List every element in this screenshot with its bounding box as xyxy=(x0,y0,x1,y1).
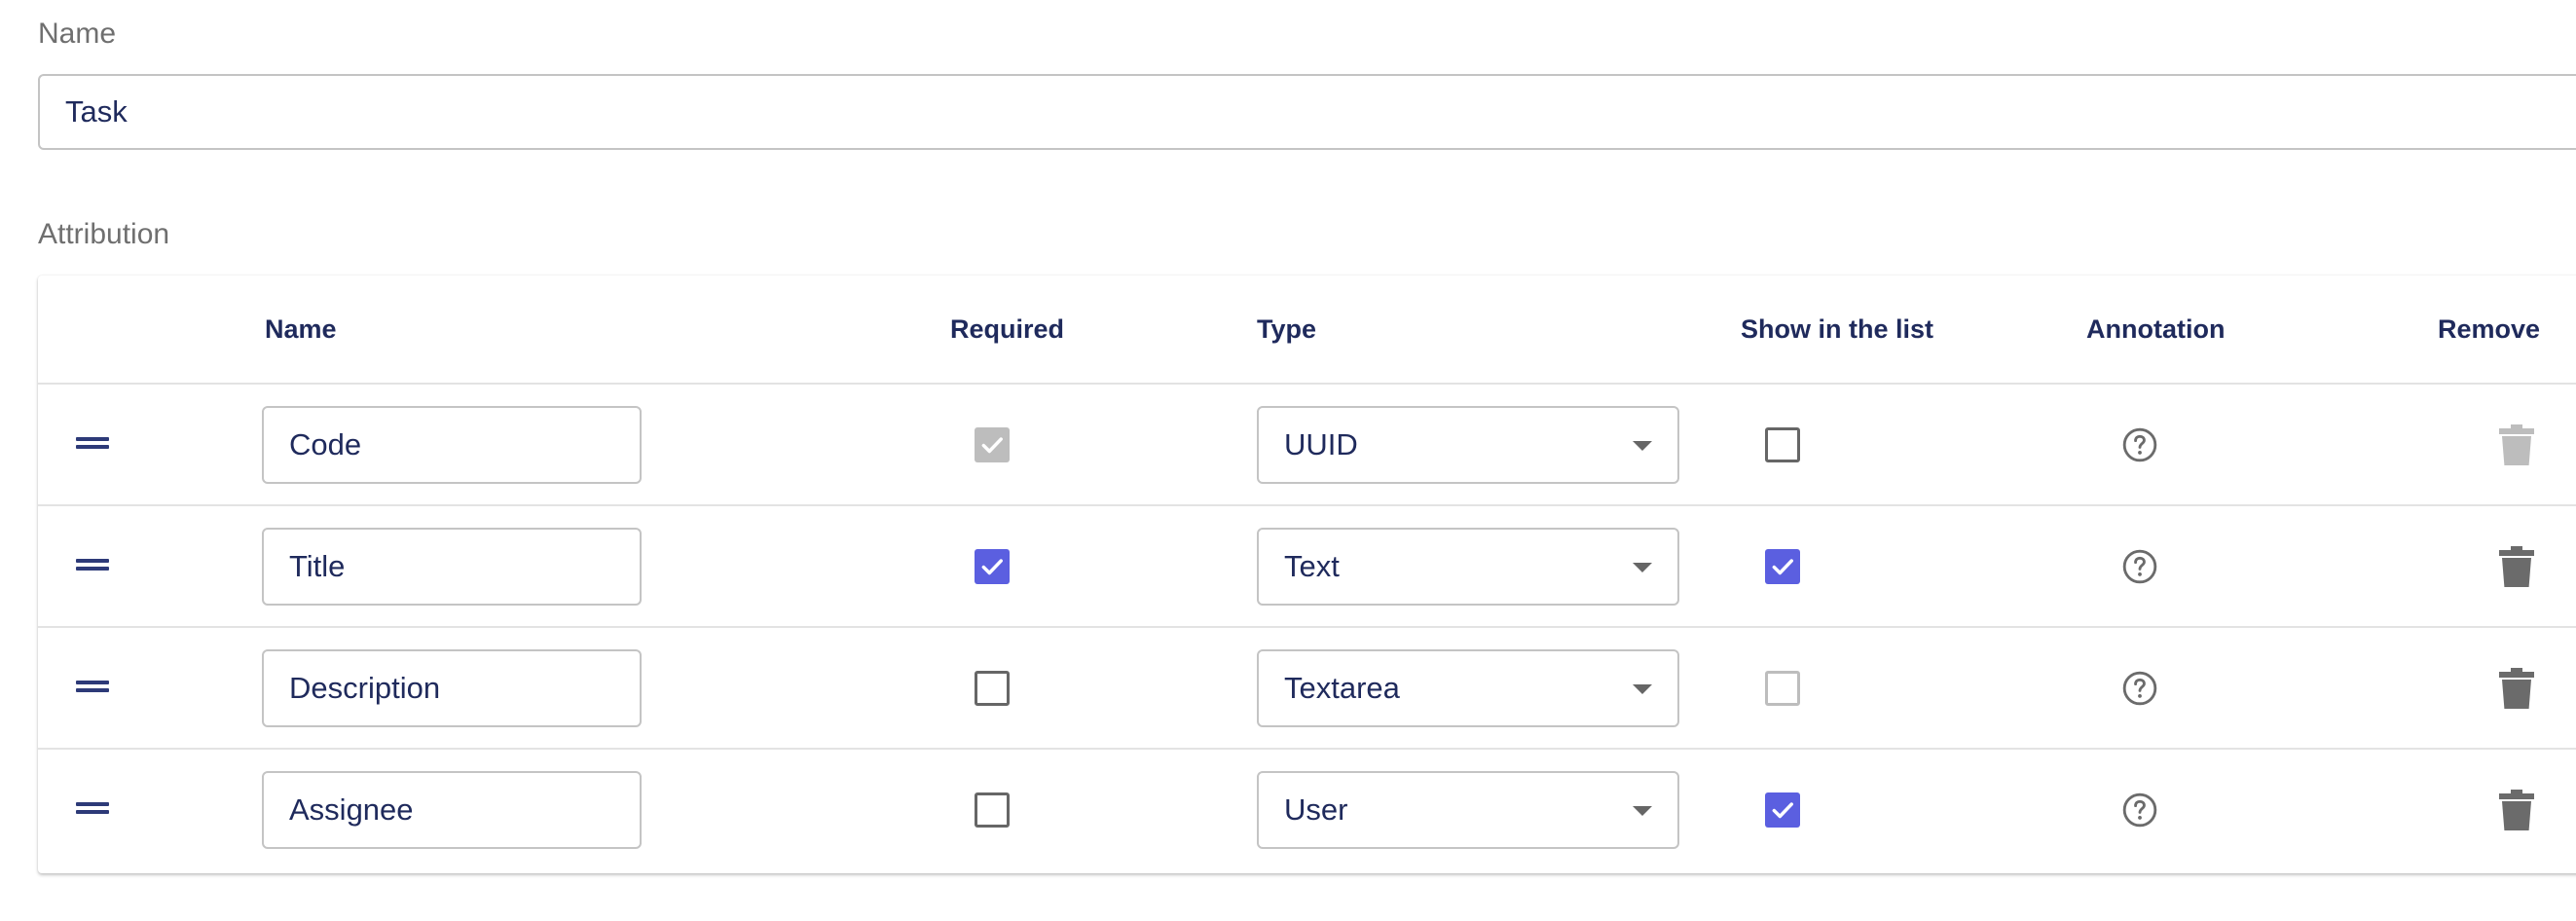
attribute-name-input[interactable]: Title xyxy=(262,528,642,606)
show-in-list-checkbox[interactable] xyxy=(1765,427,1800,462)
type-select[interactable]: Textarea xyxy=(1257,649,1679,727)
help-circle-icon[interactable] xyxy=(2121,426,2158,463)
help-circle-icon[interactable] xyxy=(2121,548,2158,585)
table-row: Code UUID xyxy=(38,383,2576,506)
attribute-name-input[interactable]: Code xyxy=(262,406,642,484)
chevron-down-icon xyxy=(1633,684,1652,694)
type-select-value: Text xyxy=(1284,549,1340,583)
type-select-value: User xyxy=(1284,792,1348,827)
required-checkbox[interactable] xyxy=(975,671,1010,706)
show-in-list-checkbox[interactable] xyxy=(1765,792,1800,828)
column-header-required: Required xyxy=(950,314,1065,344)
trash-icon[interactable] xyxy=(2499,546,2534,587)
show-in-list-checkbox[interactable] xyxy=(1765,549,1800,584)
attribution-label: Attribution xyxy=(38,218,170,250)
trash-icon xyxy=(2499,424,2534,465)
table-row: Description Textarea xyxy=(38,626,2576,750)
help-circle-icon[interactable] xyxy=(2121,670,2158,707)
name-input[interactable]: Task xyxy=(38,74,2576,150)
trash-icon[interactable] xyxy=(2499,668,2534,709)
required-checkbox xyxy=(975,427,1010,462)
chevron-down-icon xyxy=(1633,806,1652,816)
column-header-remove: Remove xyxy=(2438,314,2541,344)
type-select[interactable]: UUID xyxy=(1257,406,1679,484)
drag-handle-icon[interactable] xyxy=(76,681,109,692)
column-header-annotation: Annotation xyxy=(2086,314,2226,344)
column-header-show-in-list: Show in the list xyxy=(1741,314,1934,344)
type-select[interactable]: Text xyxy=(1257,528,1679,606)
drag-handle-icon[interactable] xyxy=(76,437,109,449)
show-in-list-checkbox xyxy=(1765,671,1800,706)
attribution-table: Name Required Type Show in the list Anno… xyxy=(38,276,2576,873)
drag-handle-icon[interactable] xyxy=(76,802,109,814)
help-circle-icon[interactable] xyxy=(2121,792,2158,829)
attribute-name-input[interactable]: Description xyxy=(262,649,642,727)
type-select-value: Textarea xyxy=(1284,671,1400,705)
check-icon xyxy=(1772,802,1793,819)
required-checkbox[interactable] xyxy=(975,549,1010,584)
column-header-type: Type xyxy=(1257,314,1317,344)
table-row: Assignee User xyxy=(38,748,2576,871)
type-select-value: UUID xyxy=(1284,427,1358,461)
required-checkbox[interactable] xyxy=(975,792,1010,828)
check-icon xyxy=(981,437,1003,454)
check-icon xyxy=(1772,559,1793,575)
table-row: Title Text xyxy=(38,504,2576,628)
type-select[interactable]: User xyxy=(1257,771,1679,849)
chevron-down-icon xyxy=(1633,563,1652,572)
name-label: Name xyxy=(38,18,117,50)
trash-icon[interactable] xyxy=(2499,790,2534,830)
column-header-name: Name xyxy=(265,314,337,344)
chevron-down-icon xyxy=(1633,441,1652,451)
check-icon xyxy=(981,559,1003,575)
drag-handle-icon[interactable] xyxy=(76,559,109,571)
attribute-name-input[interactable]: Assignee xyxy=(262,771,642,849)
